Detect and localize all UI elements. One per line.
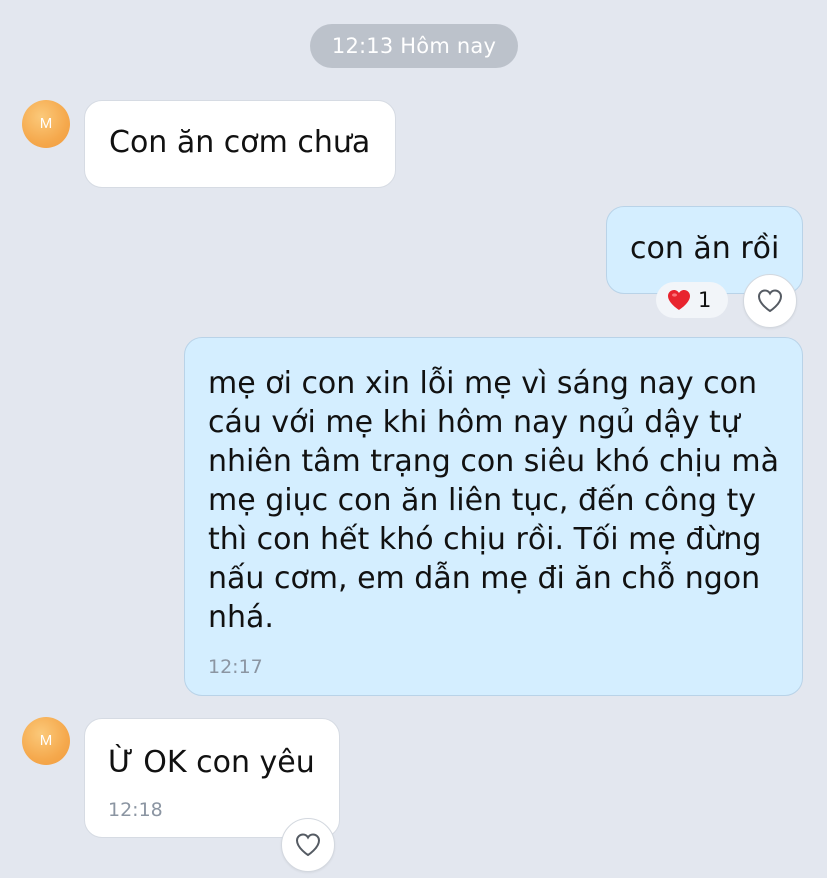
message-text: con ăn rồi bbox=[630, 231, 780, 266]
reaction-count: 1 bbox=[698, 288, 712, 312]
message-bubble-incoming[interactable]: Con ăn cơm chưa bbox=[84, 100, 396, 188]
message-time: 12:18 bbox=[108, 799, 163, 821]
message-time: 12:17 bbox=[208, 656, 263, 678]
red-heart-icon bbox=[668, 290, 690, 310]
react-heart-button[interactable] bbox=[743, 274, 797, 328]
message-text: Con ăn cơm chưa bbox=[109, 125, 371, 160]
reaction-summary[interactable]: 1 bbox=[656, 282, 728, 318]
avatar[interactable]: M bbox=[22, 717, 70, 765]
date-separator: 12:13 Hôm nay bbox=[310, 24, 518, 68]
heart-outline-icon bbox=[295, 833, 321, 857]
message-text: Ừ OK con yêu bbox=[108, 745, 315, 780]
chat-view: 12:13 Hôm nay M Con ăn cơm chưa con ăn r… bbox=[0, 0, 827, 878]
message-bubble-outgoing[interactable]: mẹ ơi con xin lỗi mẹ vì sáng nay con cáu… bbox=[184, 337, 803, 696]
message-text: mẹ ơi con xin lỗi mẹ vì sáng nay con cáu… bbox=[208, 366, 779, 635]
heart-outline-icon bbox=[757, 289, 783, 313]
avatar[interactable]: M bbox=[22, 100, 70, 148]
react-heart-button[interactable] bbox=[281, 818, 335, 872]
